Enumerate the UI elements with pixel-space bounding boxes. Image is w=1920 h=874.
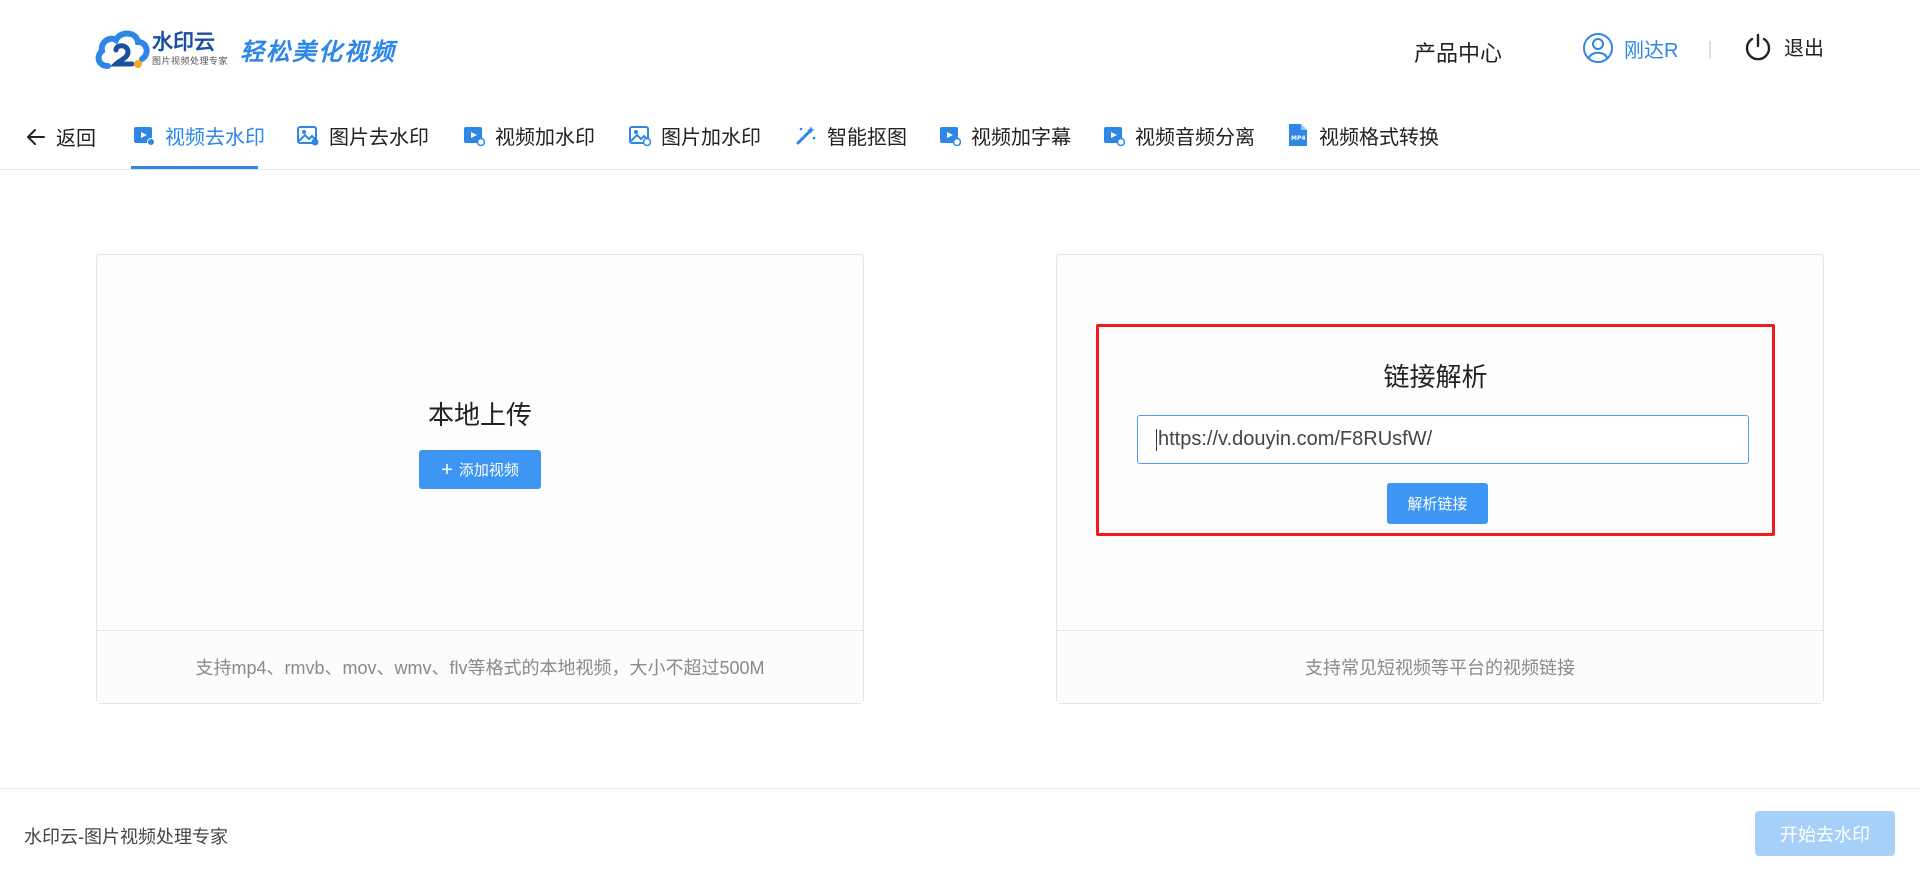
- video-icon: [134, 127, 155, 146]
- tab-label: 视频音频分离: [1135, 126, 1255, 149]
- tab-label: 图片加水印: [661, 126, 761, 149]
- parse-link-button[interactable]: 解析链接: [1387, 483, 1488, 524]
- add-video-label: 添加视频: [458, 462, 519, 479]
- tab-label: 视频加字幕: [971, 126, 1071, 149]
- logo-slogan: 轻松美化视频: [240, 36, 397, 66]
- video-add-icon: [464, 127, 485, 146]
- link-url-value: https://v.douyin.com/F8RUsfW/: [1158, 428, 1433, 450]
- tool-tabbar: 返回 视频去水印 图片去水印 视频加水印 图片加水印 智能抠图 视频加字幕 视频…: [0, 100, 1920, 170]
- video-audio-icon: [1104, 127, 1125, 146]
- active-tab-indicator: [131, 166, 258, 169]
- power-icon: [1745, 33, 1771, 60]
- tab-video-audio-separate[interactable]: 视频音频分离: [1103, 122, 1255, 149]
- plus-icon: +: [441, 458, 453, 481]
- back-label: 返回: [56, 128, 96, 150]
- logo-sub-text: 图片视频处理专家: [152, 56, 229, 66]
- bottom-bar: 水印云-图片视频处理专家 开始去水印: [0, 788, 1920, 874]
- image-add-icon: [629, 126, 651, 146]
- tab-label: 图片去水印: [329, 126, 429, 149]
- link-parse-highlight-box: 链接解析 https://v.douyin.com/F8RUsfW/ 解析链接: [1096, 324, 1775, 536]
- tab-video-add-watermark[interactable]: 视频加水印: [463, 122, 595, 149]
- logout-button[interactable]: 退出: [1744, 32, 1824, 61]
- tab-image-remove-watermark[interactable]: 图片去水印: [297, 122, 429, 149]
- logout-label: 退出: [1784, 38, 1824, 60]
- link-parse-title: 链接解析: [1383, 362, 1488, 392]
- link-parse-panel: 链接解析 https://v.douyin.com/F8RUsfW/ 解析链接 …: [1056, 254, 1824, 704]
- top-header: 水印云 图片视频处理专家 轻松美化视频 产品中心 刚达R 退出: [0, 0, 1920, 100]
- tab-label: 视频加水印: [495, 126, 595, 149]
- back-button[interactable]: 返回: [26, 122, 96, 151]
- tab-label: 视频格式转换: [1319, 126, 1439, 149]
- user-menu[interactable]: 刚达R: [1582, 32, 1678, 64]
- bottom-brand-text: 水印云-图片视频处理专家: [24, 827, 228, 847]
- start-remove-watermark-button[interactable]: 开始去水印: [1755, 811, 1895, 856]
- product-center-link[interactable]: 产品中心: [1414, 36, 1502, 68]
- tab-label: 智能抠图: [827, 126, 907, 149]
- tab-image-add-watermark[interactable]: 图片加水印: [629, 122, 761, 149]
- video-subtitle-icon: [940, 127, 961, 146]
- cloud-logo-icon: [95, 30, 150, 69]
- svg-text:MP4: MP4: [1291, 135, 1306, 142]
- link-parse-hint: 支持常见短视频等平台的视频链接: [1057, 630, 1823, 703]
- mp4-file-icon: MP4: [1289, 124, 1307, 146]
- text-caret: [1156, 428, 1157, 451]
- tab-smart-cutout[interactable]: 智能抠图: [795, 122, 907, 149]
- image-icon: [297, 126, 319, 146]
- local-upload-hint: 支持mp4、rmvb、mov、wmv、flv等格式的本地视频，大小不超过500M: [97, 630, 863, 703]
- header-divider: [1709, 41, 1711, 59]
- logo-main-text: 水印云: [152, 31, 215, 54]
- magic-wand-icon: [796, 126, 816, 145]
- tab-video-subtitle[interactable]: 视频加字幕: [939, 122, 1071, 149]
- user-avatar-icon: [1583, 33, 1613, 63]
- add-video-button[interactable]: + 添加视频: [419, 450, 541, 489]
- logo[interactable]: 水印云 图片视频处理专家 轻松美化视频: [94, 26, 396, 72]
- tab-video-remove-watermark[interactable]: 视频去水印: [133, 122, 265, 149]
- tab-video-format-convert[interactable]: MP4 视频格式转换: [1287, 122, 1439, 149]
- username: 刚达R: [1624, 39, 1679, 62]
- local-upload-title: 本地上传: [427, 400, 532, 430]
- link-url-input[interactable]: https://v.douyin.com/F8RUsfW/: [1137, 415, 1749, 464]
- arrow-left-icon: [27, 128, 45, 145]
- local-upload-panel: 本地上传 + 添加视频 支持mp4、rmvb、mov、wmv、flv等格式的本地…: [96, 254, 864, 704]
- tab-label: 视频去水印: [165, 126, 265, 149]
